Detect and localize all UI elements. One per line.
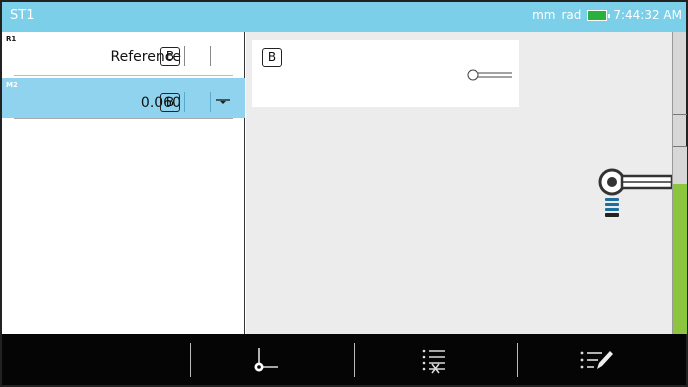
divider xyxy=(210,92,211,112)
divider xyxy=(184,46,185,66)
measurement-row-m2[interactable]: M2 0.060 B xyxy=(2,78,245,119)
row-id: M2 xyxy=(6,81,18,89)
probe-icon xyxy=(467,69,512,81)
units-label: mm xyxy=(532,8,556,22)
toolbar-separator xyxy=(190,343,191,377)
expand-chevron-icon[interactable] xyxy=(215,98,231,109)
toolbar-separator xyxy=(517,343,518,377)
reference-card[interactable]: B xyxy=(252,40,519,107)
tolerance-scale xyxy=(672,32,687,334)
list-clear-icon[interactable] xyxy=(414,342,454,378)
clock: 7:44:32 AM xyxy=(613,8,682,22)
scale-tick xyxy=(673,114,687,115)
station-title: ST1 xyxy=(10,8,35,23)
measurement-view: B xyxy=(246,32,672,334)
divider xyxy=(210,46,211,66)
list-edit-icon[interactable] xyxy=(576,342,616,378)
measurement-row-r1[interactable]: R1 Reference B xyxy=(2,32,245,76)
base-badge: B xyxy=(262,48,282,67)
bottom-toolbar xyxy=(2,334,686,385)
measurement-list: R1 Reference B M2 0.060 B xyxy=(2,32,245,334)
base-badge[interactable]: B xyxy=(160,47,180,66)
status-area: mm rad 7:44:32 AM xyxy=(532,8,682,22)
probe-sensor-icon xyxy=(598,168,672,217)
angle-units-label: rad xyxy=(561,8,582,22)
scale-band xyxy=(673,146,687,184)
row-underline xyxy=(14,118,233,119)
divider xyxy=(184,92,185,112)
datum-point-icon[interactable] xyxy=(246,342,286,378)
battery-icon xyxy=(587,9,611,21)
row-underline xyxy=(14,75,233,76)
toolbar-separator xyxy=(354,343,355,377)
base-badge[interactable]: B xyxy=(160,93,180,112)
row-id: R1 xyxy=(6,35,17,43)
title-bar: ST1 mm rad 7:44:32 AM xyxy=(2,2,686,32)
scale-in-tolerance-band xyxy=(673,184,687,334)
